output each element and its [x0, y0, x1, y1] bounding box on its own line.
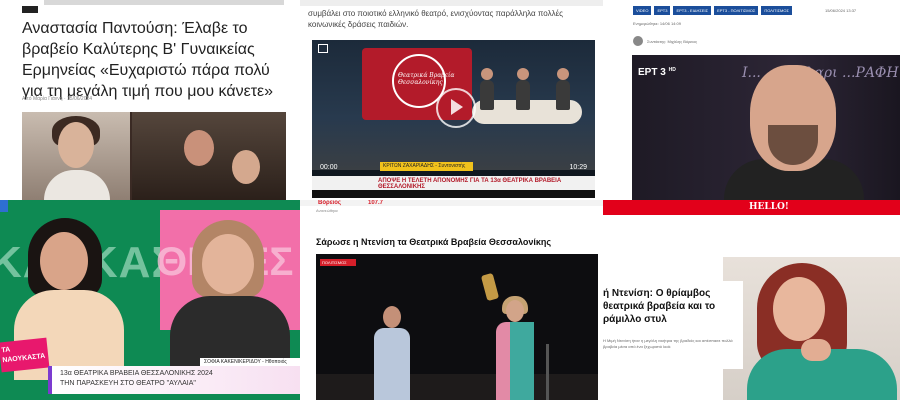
- author-avatar-icon: [633, 36, 643, 46]
- article-photo[interactable]: [22, 112, 286, 200]
- article-updated: Ανανεώθηκε: [316, 208, 339, 213]
- show-logo: ΤΑ ΝΑΟΥΚΑΣΤΑ: [0, 337, 50, 373]
- tv-show-tile[interactable]: ΚΑΛΚΑΣ ΑΘΕΒΕΣ ΘΕΒΕΣ ΣΟΦΙΑ ΚΑΚΕΝΙΚΕΡΙΔΟΥ …: [0, 200, 300, 400]
- channel-logo: ΕΡΤ 3 HD: [638, 67, 676, 78]
- mic-stand: [546, 344, 549, 400]
- chip-culture[interactable]: ΠΟΛΙΤΙΣΜΟΣ: [761, 6, 792, 15]
- caption-line-2: ΤΗΝ ΠΑΡΑΣΚΕΥΗ ΣΤΟ ΘΕΑΤΡΟ "ΑΥΛΑΙΑ": [60, 380, 196, 387]
- category-tag: ΠΟΛΙΤΙΣΜΟΣ: [320, 259, 356, 266]
- guest-figure: [556, 68, 570, 110]
- play-button[interactable]: [436, 88, 476, 128]
- article-tile-award-interview[interactable]: Αναστασία Παντούση: Έλαβε το βραβείο Καλ…: [0, 0, 300, 200]
- awards-logo-text: Θεατρικά Βραβεία Θεσσαλονίκης: [398, 72, 455, 86]
- caption-line-1: 13α ΘΕΑΤΡΙΚΑ ΒΡΑΒΕΙΑ ΘΕΣΣΑΛΟΝΙΚΗΣ 2024: [60, 370, 213, 377]
- woman-portrait: [773, 277, 825, 341]
- article-headline[interactable]: Αναστασία Παντούση: Έλαβε το βραβείο Καλ…: [22, 18, 292, 102]
- article-paragraph: συμβάλει στο ποιοτικό ελληνικό θεατρό, ε…: [308, 9, 564, 29]
- article-photo[interactable]: [723, 257, 900, 400]
- article-subtext: Η Μιμή Ντενίση ήταν η μεγάλη νικήτρια τη…: [603, 338, 733, 349]
- lower-third-name: ΚΡΙΤΩΝ ΖΑΧΑΡΙΑΔΗΣ - Συντονιστής: [380, 162, 473, 171]
- category-chips: VIDEO ΕΡΤ3 ΕΡΤ3 - ΕΙΔΗΣΕΙΣ ΕΡΤ3 - ΠΟΛΙΤΙΣΜΟ…: [633, 6, 795, 16]
- site-frequency: 107.7: [368, 200, 384, 206]
- expand-icon[interactable]: [318, 44, 328, 53]
- hello-article-tile[interactable]: HELLO! ή Ντενίση: Ο θρίαμβος θεατρικά βρ…: [603, 200, 900, 400]
- man-on-stage: [374, 306, 410, 400]
- ert-article-tile[interactable]: VIDEO ΕΡΤ3 ΕΡΤ3 - ΕΙΔΗΣΕΙΣ ΕΡΤ3 - ΠΟΛΙΤΙΣΜΟ…: [603, 0, 900, 200]
- lower-third-text: ΑΠΟΨΕ Η ΤΕΛΕΤΗ ΑΠΟΝΟΜΗΣ ΓΙΑ ΤΑ 13α ΘΕΑΤΡ…: [378, 178, 562, 190]
- article-date: 15/06/2024 13:37: [825, 8, 857, 13]
- article-author: Συντάκτης: Μιχάλης Βόρειος: [647, 39, 698, 44]
- video-article-tile[interactable]: συμβάλει στο ποιοτικό ελληνικό θεατρό, ε…: [300, 0, 603, 200]
- video-progress-bar[interactable]: [312, 190, 595, 198]
- site-logo[interactable]: Βόρειος: [318, 200, 341, 206]
- guest-right: [170, 220, 290, 386]
- article-byline: Από Μαρία Γιάννη · 15/06/2024: [22, 96, 93, 102]
- guest-figure: [516, 68, 530, 110]
- photo-woman-left: [22, 112, 130, 200]
- article-photo[interactable]: Ι... ...ρακλαρι ...ΡΑΦΗ ΕΡΤ 3 HD: [632, 55, 900, 200]
- stage-floor: [316, 374, 598, 400]
- cropped-text-line: [300, 0, 603, 6]
- category-tag: [22, 6, 38, 13]
- radio-article-tile[interactable]: Βόρειος 107.7 Ανανεώθηκε Σάρωσε η Ντενίσ…: [300, 200, 603, 400]
- video-current-time: 00:00: [320, 164, 338, 171]
- brand-logo[interactable]: HELLO!: [749, 202, 789, 212]
- article-updated: Ενημερώθηκε: 14/06 14:09: [633, 21, 681, 26]
- video-player[interactable]: Θεατρικά Βραβεία Θεσσαλονίκης ΚΡΙΤΩΝ ΖΑΧ…: [312, 40, 595, 198]
- chip-ert3-culture[interactable]: ΕΡΤ3 - ΠΟΛΙΤΙΣΜΟΣ: [714, 6, 759, 15]
- site-header: [300, 200, 603, 206]
- corner-marker: [0, 200, 8, 212]
- video-duration: 10:29: [569, 164, 587, 171]
- chip-ert3-news[interactable]: ΕΡΤ3 - ΕΙΔΗΣΕΙΣ: [673, 6, 712, 15]
- cropped-text-line: [44, 0, 284, 5]
- chip-video[interactable]: VIDEO: [633, 6, 652, 15]
- guest-figure: [480, 68, 494, 110]
- photo-scene-right: [132, 112, 286, 200]
- article-headline[interactable]: ή Ντενίση: Ο θρίαμβος θεατρικά βραβεία κ…: [603, 287, 739, 326]
- show-caption-banner: 13α ΘΕΑΤΡΙΚΑ ΒΡΑΒΕΙΑ ΘΕΣΣΑΛΟΝΙΚΗΣ 2024 Τ…: [48, 366, 300, 394]
- article-photo[interactable]: ΠΟΛΙΤΙΣΜΟΣ: [316, 254, 598, 400]
- chip-ert3[interactable]: ΕΡΤ3: [654, 6, 671, 15]
- woman-on-stage: [490, 296, 540, 400]
- article-title[interactable]: Σάρωσε η Ντενίση τα Θεατρικά Βραβεία Θεσ…: [316, 237, 551, 247]
